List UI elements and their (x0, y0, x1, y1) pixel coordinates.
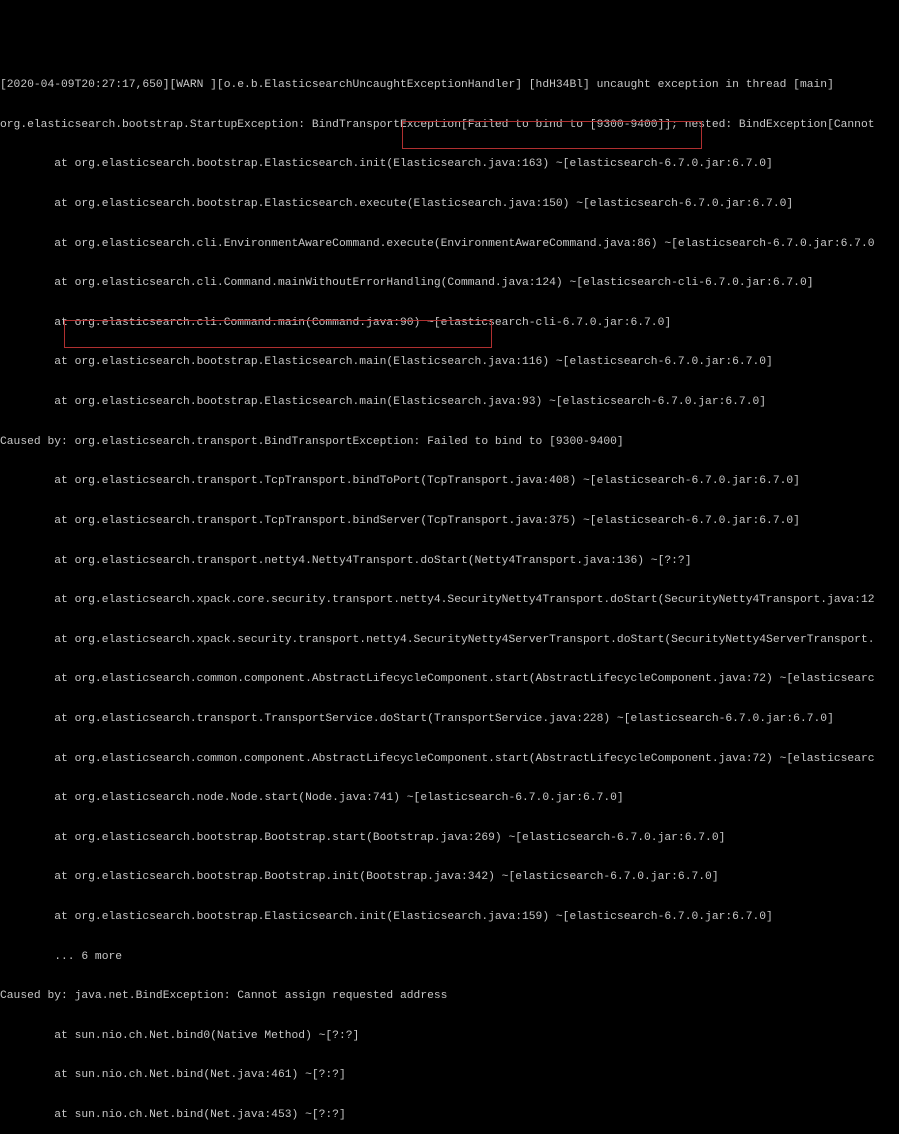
log-line: at org.elasticsearch.node.Node.start(Nod… (0, 792, 899, 805)
log-line: at org.elasticsearch.bootstrap.Elasticse… (0, 911, 899, 924)
log-line: at org.elasticsearch.bootstrap.Elasticse… (0, 198, 899, 211)
log-line: org.elasticsearch.bootstrap.StartupExcep… (0, 119, 899, 132)
log-line: at org.elasticsearch.transport.netty4.Ne… (0, 555, 899, 568)
log-line: at org.elasticsearch.common.component.Ab… (0, 753, 899, 766)
log-line: ... 6 more (0, 951, 899, 964)
log-line: at org.elasticsearch.cli.Command.main(Co… (0, 317, 899, 330)
log-line: at org.elasticsearch.bootstrap.Elasticse… (0, 356, 899, 369)
log-line: [2020-04-09T20:27:17,650][WARN ][o.e.b.E… (0, 79, 899, 92)
log-line: at org.elasticsearch.common.component.Ab… (0, 673, 899, 686)
log-line: at org.elasticsearch.xpack.security.tran… (0, 634, 899, 647)
log-line: Caused by: java.net.BindException: Canno… (0, 990, 899, 1003)
log-line: at org.elasticsearch.bootstrap.Bootstrap… (0, 832, 899, 845)
terminal-output[interactable]: [2020-04-09T20:27:17,650][WARN ][o.e.b.E… (0, 53, 899, 1134)
log-line: at org.elasticsearch.transport.TcpTransp… (0, 475, 899, 488)
log-line: at org.elasticsearch.bootstrap.Bootstrap… (0, 871, 899, 884)
log-line: at org.elasticsearch.bootstrap.Elasticse… (0, 158, 899, 171)
log-line: at org.elasticsearch.bootstrap.Elasticse… (0, 396, 899, 409)
log-line: Caused by: org.elasticsearch.transport.B… (0, 436, 899, 449)
log-line: at org.elasticsearch.cli.EnvironmentAwar… (0, 238, 899, 251)
log-line: at org.elasticsearch.transport.Transport… (0, 713, 899, 726)
log-line: at sun.nio.ch.Net.bind(Net.java:461) ~[?… (0, 1069, 899, 1082)
log-line: at org.elasticsearch.xpack.core.security… (0, 594, 899, 607)
log-line: at org.elasticsearch.transport.TcpTransp… (0, 515, 899, 528)
log-line: at sun.nio.ch.Net.bind(Net.java:453) ~[?… (0, 1109, 899, 1122)
log-line: at org.elasticsearch.cli.Command.mainWit… (0, 277, 899, 290)
log-line: at sun.nio.ch.Net.bind0(Native Method) ~… (0, 1030, 899, 1043)
